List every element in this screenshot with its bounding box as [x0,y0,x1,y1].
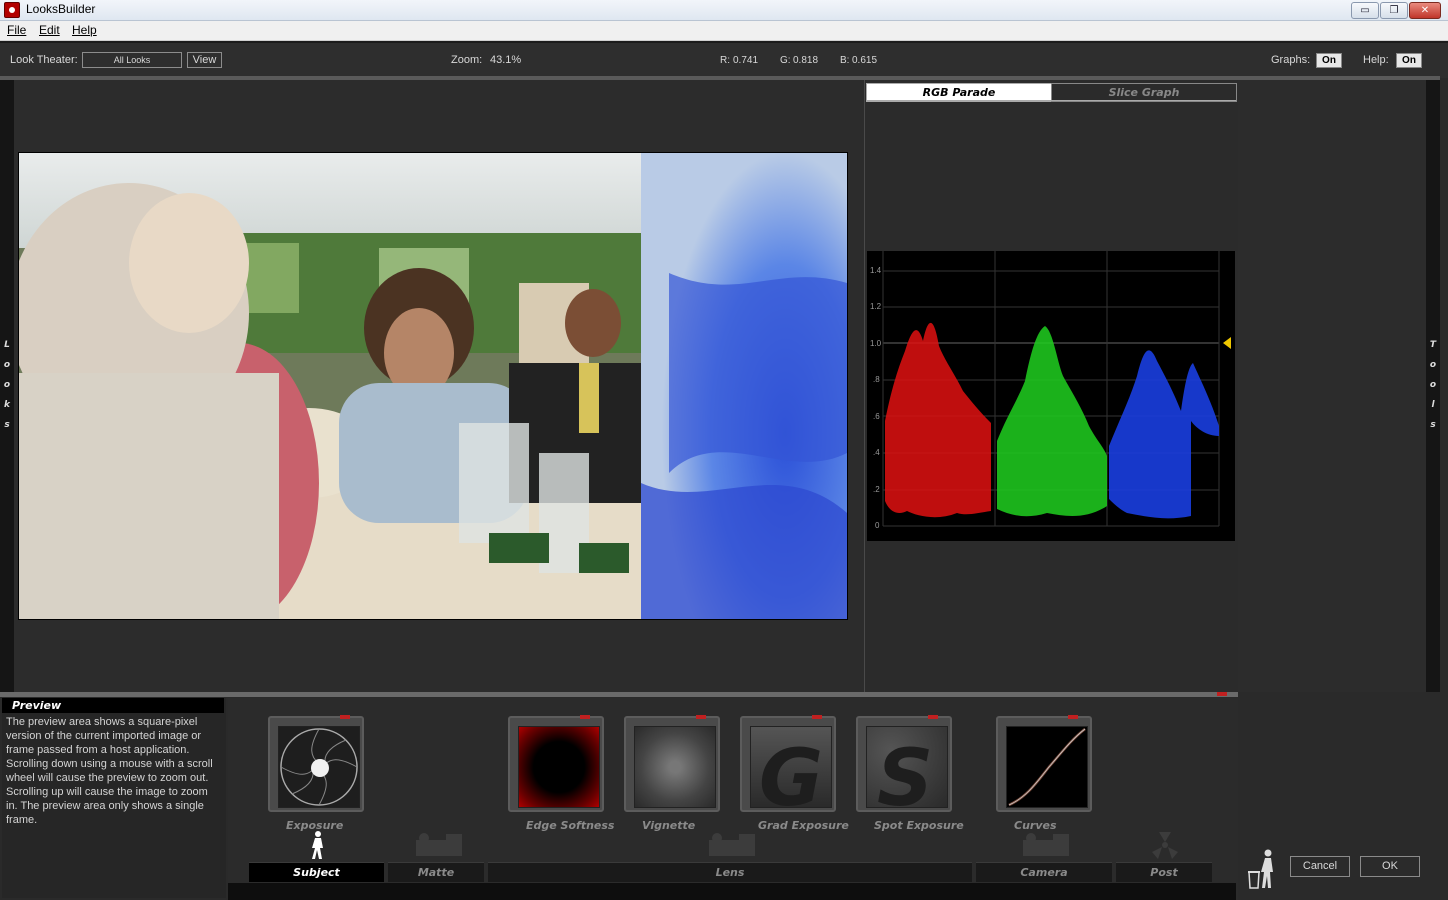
window-title: LooksBuilder [26,2,96,16]
g-label: G: [780,55,791,66]
restore-button[interactable]: ❐ [1380,2,1408,19]
tool-marker [580,715,590,719]
tool-marker [812,715,822,719]
svg-text:S: S [877,734,933,807]
curves-icon [1006,726,1088,808]
view-button[interactable]: View [187,52,222,68]
category-post[interactable]: Post [1116,862,1212,882]
help-title: Preview [2,698,224,713]
tools-tab-letter: o [1429,380,1437,390]
zoom-label: Zoom: [451,54,483,66]
look-theater-select[interactable]: All Looks [82,52,182,68]
y-tick-label: 1.4 [870,266,882,275]
tool-marker [928,715,938,719]
tools-tab-letter: T [1429,340,1437,350]
zoom-value: 43.1% [490,54,522,66]
y-tick-label: .2 [873,485,880,494]
right-panel [1238,80,1426,692]
y-tick-label: 1.2 [870,302,882,311]
tool-vignette[interactable] [624,715,720,812]
tools-tab-letter: l [1431,400,1435,410]
tools-tab-letter: o [1429,360,1437,370]
spot-exposure-icon: S [866,726,948,808]
tool-marker [340,715,350,719]
category-lens[interactable]: Lens [488,862,972,882]
y-tick-label: 1.0 [870,339,882,348]
tool-exposure[interactable] [268,715,364,812]
tool-curves[interactable] [996,715,1092,812]
graphs-label: Graphs: [1271,54,1311,66]
vignette-icon [634,726,716,808]
menu-bar: File Edit Help [0,21,1448,41]
category-camera[interactable]: Camera [976,862,1112,882]
camera-icon [1023,833,1069,856]
look-theater-label: Look Theater: [10,54,78,66]
graphs-toggle[interactable]: On [1316,53,1342,68]
menu-edit[interactable]: Edit [39,23,60,37]
menu-help[interactable]: Help [72,23,97,37]
app-logo-icon [4,2,20,18]
b-label: B: [840,55,850,66]
tools-tab-letter: s [1430,420,1436,430]
trash-icon[interactable] [1246,848,1278,890]
category-subject[interactable]: Subject [249,862,384,882]
tool-grad-exposure[interactable]: G [740,715,836,812]
menu-file[interactable]: File [7,23,26,37]
looks-tab-letter: o [3,360,11,370]
edge-softness-icon [518,726,600,808]
tool-spot-exposure[interactable]: S [856,715,952,812]
grad-exposure-icon: G [750,726,832,808]
g-value: 0.818 [793,55,819,66]
rgb-parade-graph: 1.4 1.2 1.0 .8 .6 .4 .2 0 [867,251,1235,541]
help-label: Help: [1363,54,1389,66]
help-text: The preview area shows a square-pixel ve… [6,716,213,826]
b-value: 0.615 [852,55,878,66]
close-button[interactable]: ✕ [1409,2,1441,19]
wedding-photo-image [19,153,847,619]
looks-tab-letter: L [4,340,10,350]
category-rail [228,883,1236,900]
post-radiation-icon [1152,832,1178,859]
looks-side-tab[interactable]: L o o k s [0,80,14,692]
collapse-marker-icon[interactable] [1217,692,1227,696]
lens-camera-icon [709,833,755,856]
minimize-button[interactable]: ▭ [1351,2,1379,19]
tab-underline [866,100,1236,101]
preview-image[interactable] [18,152,848,620]
tool-edge-softness[interactable] [508,715,604,812]
cancel-button[interactable]: Cancel [1290,856,1350,877]
tool-label-vignette: Vignette [642,819,696,832]
rgb-parade-canvas: 1.4 1.2 1.0 .8 .6 .4 .2 0 [870,251,1231,530]
ok-button[interactable]: OK [1360,856,1420,877]
tool-label-grad-exposure: Grad Exposure [758,819,849,832]
tool-marker [1068,715,1078,719]
svg-text:G: G [759,734,823,807]
green-channel-waveform [997,326,1107,517]
subject-person-icon [312,831,323,859]
tools-side-tab[interactable]: T o o l s [1426,80,1440,692]
y-tick-label: .6 [873,412,880,421]
tool-marker [696,715,706,719]
red-channel-waveform [885,322,991,518]
looks-tab-letter: o [3,380,11,390]
matte-camera-icon [416,833,462,856]
y-tick-label: 0 [875,521,880,530]
aperture-icon [278,726,360,808]
blue-channel-waveform [1109,350,1219,519]
r-value: 0.741 [733,55,759,66]
category-matte[interactable]: Matte [388,862,484,882]
looks-tab-letter: s [4,420,10,430]
bottom-separator [0,692,1238,697]
toolbar: Look Theater: All Looks View Zoom: 43.1%… [0,41,1448,78]
looks-tab-letter: k [4,400,10,410]
level-marker-icon [1223,337,1231,349]
y-tick-label: .8 [873,375,880,384]
tool-label-spot-exposure: Spot Exposure [874,819,964,832]
help-toggle[interactable]: On [1396,53,1422,68]
y-tick-label: .4 [873,448,880,457]
tool-label-edge-softness: Edge Softness [526,819,615,832]
title-bar: LooksBuilder ▭ ❐ ✕ [0,0,1448,21]
r-label: R: [720,55,730,66]
